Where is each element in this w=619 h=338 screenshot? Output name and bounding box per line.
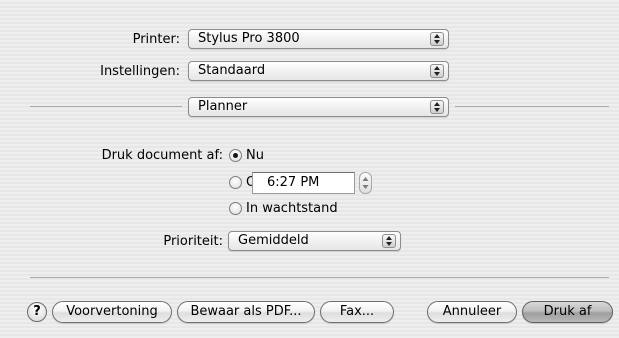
separator-right [455, 106, 609, 107]
up-down-arrows-icon [382, 234, 396, 248]
printer-popup[interactable]: Stylus Pro 3800 [188, 29, 449, 49]
up-down-arrows-icon [430, 64, 444, 78]
radio-now-button[interactable] [229, 149, 242, 162]
time-value: 6:27 PM [267, 175, 320, 190]
settings-label: Instellingen: [100, 64, 180, 79]
priority-value: Gemiddeld [238, 233, 309, 248]
radio-at-button[interactable] [229, 176, 242, 189]
help-icon[interactable]: ? [27, 302, 47, 322]
bottom-separator [30, 277, 609, 278]
up-down-arrows-icon [430, 32, 444, 46]
panel-popup[interactable]: Planner [188, 97, 449, 117]
settings-value: Standaard [198, 63, 266, 78]
print-dialog: Printer: Stylus Pro 3800 Instellingen: S… [0, 0, 619, 338]
print-button[interactable]: Druk af [522, 301, 613, 323]
radio-hold-button[interactable] [229, 202, 242, 215]
priority-label: Prioriteit: [163, 234, 223, 249]
panel-value: Planner [198, 99, 248, 114]
separator-left [30, 106, 182, 107]
stepper-arrows-icon[interactable] [359, 172, 372, 194]
up-down-arrows-icon [430, 100, 444, 114]
radio-hold-label: In wachtstand [246, 201, 338, 216]
settings-popup[interactable]: Standaard [188, 61, 449, 81]
preview-button[interactable]: Voorvertoning [52, 301, 172, 323]
priority-popup[interactable]: Gemiddeld [228, 231, 401, 251]
printer-value: Stylus Pro 3800 [198, 31, 300, 46]
schedule-label: Druk document af: [101, 148, 223, 163]
printer-label: Printer: [132, 32, 180, 47]
save-as-pdf-button[interactable]: Bewaar als PDF... [177, 301, 315, 323]
fax-button[interactable]: Fax... [320, 301, 394, 323]
time-field[interactable]: 6:27 PM [252, 172, 355, 194]
cancel-button[interactable]: Annuleer [427, 301, 517, 323]
radio-now-label: Nu [246, 148, 264, 163]
